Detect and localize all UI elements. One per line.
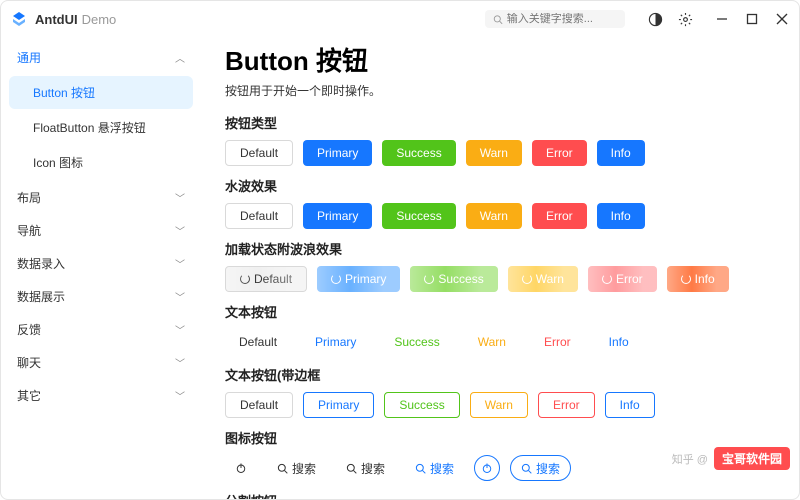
theme-toggle-icon[interactable] — [647, 11, 663, 27]
spinner-icon — [424, 274, 434, 284]
search-box[interactable] — [485, 10, 625, 28]
spinner-icon — [331, 274, 341, 284]
btn-load-success[interactable]: Success — [410, 266, 497, 292]
spinner-icon — [240, 274, 250, 284]
sidebar-group-chat[interactable]: 聊天﹀ — [1, 346, 201, 379]
btn-outline-info[interactable]: Info — [605, 392, 655, 418]
btn-load-primary[interactable]: Primary — [317, 266, 400, 292]
chevron-down-icon: ﹀ — [175, 256, 185, 271]
sidebar-item-icon[interactable]: Icon 图标 — [9, 146, 193, 179]
window-maximize-button[interactable] — [745, 12, 759, 26]
btn-text-warn[interactable]: Warn — [464, 329, 520, 355]
power-icon — [481, 462, 493, 474]
section-wave: 水波效果 — [225, 176, 775, 195]
btn-outline-success[interactable]: Success — [384, 392, 459, 418]
window-minimize-button[interactable] — [715, 12, 729, 26]
btn-text-info[interactable]: Info — [595, 329, 643, 355]
btn-text-success[interactable]: Success — [380, 329, 453, 355]
sidebar-item-floatbutton[interactable]: FloatButton 悬浮按钮 — [9, 111, 193, 144]
window-close-button[interactable] — [775, 12, 789, 26]
power-icon — [235, 462, 247, 474]
search-icon — [521, 463, 532, 474]
btn-error[interactable]: Error — [532, 140, 587, 166]
btn-load-info[interactable]: Info — [667, 266, 729, 292]
chevron-down-icon: ﹀ — [175, 223, 185, 238]
btn-outline-primary[interactable]: Primary — [303, 392, 374, 418]
btn-outline-error[interactable]: Error — [538, 392, 595, 418]
chevron-up-icon: ︿ — [175, 50, 185, 65]
btn-wave-warn[interactable]: Warn — [466, 203, 522, 229]
btn-text-default[interactable]: Default — [225, 329, 291, 355]
btn-outline-warn[interactable]: Warn — [470, 392, 528, 418]
sidebar-group-general[interactable]: 通用︿ — [1, 41, 201, 74]
sidebar-group-nav[interactable]: 导航﹀ — [1, 214, 201, 247]
settings-icon[interactable] — [677, 11, 693, 27]
chevron-down-icon: ﹀ — [175, 289, 185, 304]
icon-btn-search-2[interactable]: 搜索 — [336, 455, 395, 481]
btn-info[interactable]: Info — [597, 140, 645, 166]
chevron-down-icon: ﹀ — [175, 190, 185, 205]
search-icon — [346, 463, 357, 474]
app-title: AntdUIDemo — [35, 12, 116, 27]
chevron-down-icon: ﹀ — [175, 322, 185, 337]
page-desc: 按钮用于开始一个即时操作。 — [225, 82, 775, 99]
btn-success[interactable]: Success — [382, 140, 455, 166]
titlebar: AntdUIDemo — [1, 1, 799, 37]
btn-wave-default[interactable]: Default — [225, 203, 293, 229]
spinner-icon — [602, 274, 612, 284]
content: Button 按钮 按钮用于开始一个即时操作。 按钮类型 Default Pri… — [201, 37, 799, 499]
page-title: Button 按钮 — [225, 41, 775, 78]
search-icon — [493, 14, 503, 25]
app-logo-icon — [11, 11, 27, 27]
icon-btn-search-pill[interactable]: 搜索 — [510, 455, 571, 481]
search-icon — [415, 463, 426, 474]
section-types: 按钮类型 — [225, 113, 775, 132]
section-loading: 加载状态附波浪效果 — [225, 239, 775, 258]
btn-load-default[interactable]: Default — [225, 266, 307, 292]
search-icon — [277, 463, 288, 474]
spinner-icon — [681, 274, 691, 284]
btn-wave-success[interactable]: Success — [382, 203, 455, 229]
btn-wave-error[interactable]: Error — [532, 203, 587, 229]
chevron-down-icon: ﹀ — [175, 388, 185, 403]
chevron-down-icon: ﹀ — [175, 355, 185, 370]
section-split: 分割按钮 — [225, 491, 775, 499]
btn-text-primary[interactable]: Primary — [301, 329, 370, 355]
sidebar-item-button[interactable]: Button 按钮 — [9, 76, 193, 109]
icon-btn-search-1[interactable]: 搜索 — [267, 455, 326, 481]
sidebar-group-other[interactable]: 其它﹀ — [1, 379, 201, 412]
btn-text-error[interactable]: Error — [530, 329, 585, 355]
icon-btn-search-link[interactable]: 搜索 — [405, 455, 464, 481]
sidebar: 通用︿ Button 按钮 FloatButton 悬浮按钮 Icon 图标 布… — [1, 37, 201, 499]
btn-default[interactable]: Default — [225, 140, 293, 166]
btn-load-error[interactable]: Error — [588, 266, 657, 292]
sidebar-group-feedback[interactable]: 反馈﹀ — [1, 313, 201, 346]
sidebar-group-layout[interactable]: 布局﹀ — [1, 181, 201, 214]
btn-wave-primary[interactable]: Primary — [303, 203, 372, 229]
spinner-icon — [522, 274, 532, 284]
search-input[interactable] — [507, 13, 617, 25]
btn-wave-info[interactable]: Info — [597, 203, 645, 229]
section-textborder: 文本按钮(带边框 — [225, 365, 775, 384]
btn-warn[interactable]: Warn — [466, 140, 522, 166]
icon-btn-power-circle[interactable] — [474, 455, 500, 481]
icon-btn-power[interactable] — [225, 455, 257, 481]
section-text: 文本按钮 — [225, 302, 775, 321]
sidebar-group-dataentry[interactable]: 数据录入﹀ — [1, 247, 201, 280]
section-iconbtn: 图标按钮 — [225, 428, 775, 447]
btn-load-warn[interactable]: Warn — [508, 266, 578, 292]
sidebar-group-datadisplay[interactable]: 数据展示﹀ — [1, 280, 201, 313]
btn-primary[interactable]: Primary — [303, 140, 372, 166]
btn-outline-default[interactable]: Default — [225, 392, 293, 418]
